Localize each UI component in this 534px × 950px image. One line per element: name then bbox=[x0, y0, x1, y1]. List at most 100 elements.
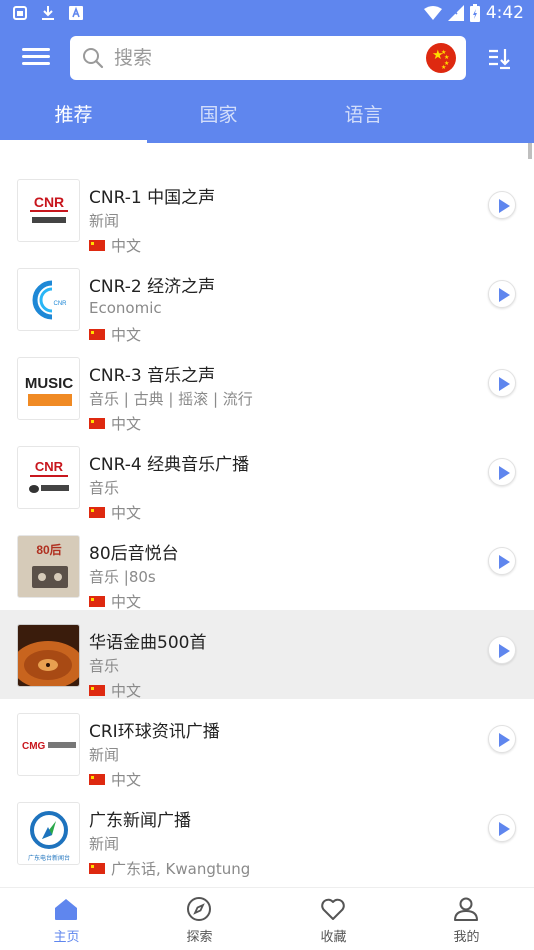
station-name: CNR-1 中国之声 bbox=[89, 188, 216, 208]
station-list[interactable]: CNR CNR-1 中国之声 新闻 中文 CNR CNR-2 经济之声 Econ… bbox=[0, 143, 534, 887]
play-icon bbox=[499, 822, 510, 836]
station-language: 中文 bbox=[89, 769, 141, 790]
station-language-label: 中文 bbox=[111, 682, 142, 700]
station-genre: Economic bbox=[89, 299, 162, 317]
station-genre: 新闻 bbox=[89, 746, 120, 764]
station-name: CRI环球资讯广播 bbox=[89, 722, 220, 742]
station-logo: CNR bbox=[17, 268, 80, 331]
station-name: CNR-4 经典音乐广播 bbox=[89, 455, 250, 475]
station-language-label: 中文 bbox=[111, 771, 142, 789]
search-bar[interactable]: ★ ★ ★ ★ ★ bbox=[70, 36, 466, 80]
station-row[interactable]: 华语金曲500首 音乐 中文 bbox=[0, 610, 534, 700]
nav-home[interactable]: 主页 bbox=[0, 888, 133, 950]
station-language-label: 中文 bbox=[111, 326, 142, 344]
download-icon bbox=[40, 5, 56, 21]
station-row[interactable]: CMG CRI环球资讯广播 新闻 中文 bbox=[0, 699, 534, 790]
scrollbar[interactable] bbox=[528, 143, 532, 159]
station-language: 广东话, Kwangtung bbox=[89, 858, 250, 879]
station-row[interactable]: CNR CNR-4 经典音乐广播 音乐 中文 bbox=[0, 432, 534, 523]
station-name: CNR-3 音乐之声 bbox=[89, 366, 216, 386]
station-name: CNR-2 经济之声 bbox=[89, 277, 216, 297]
play-icon bbox=[499, 733, 510, 747]
station-language-label: 广东话, Kwangtung bbox=[111, 860, 251, 878]
station-logo-text: CNR bbox=[34, 194, 64, 210]
station-name: 80后音悦台 bbox=[89, 544, 179, 564]
station-genre: 音乐 |80s bbox=[89, 568, 156, 586]
heart-icon bbox=[321, 898, 345, 920]
app-store-icon bbox=[68, 5, 84, 21]
station-logo: CNR bbox=[17, 179, 80, 242]
play-icon bbox=[499, 199, 510, 213]
china-flag-icon bbox=[89, 685, 105, 696]
wifi-icon bbox=[423, 6, 442, 20]
user-icon bbox=[454, 897, 478, 921]
bottom-navigation: 主页 探索 收藏 我的 bbox=[0, 887, 534, 950]
station-language: 中文 bbox=[89, 413, 141, 434]
hamburger-icon bbox=[18, 48, 54, 65]
play-icon bbox=[499, 377, 510, 391]
menu-button[interactable] bbox=[18, 44, 54, 72]
sort-icon bbox=[486, 49, 514, 76]
category-tabs: 推荐 国家 语言 bbox=[0, 95, 534, 143]
station-logo: 80后 bbox=[17, 535, 80, 598]
station-language: 中文 bbox=[89, 591, 141, 612]
search-input[interactable] bbox=[114, 36, 414, 80]
nav-favorites[interactable]: 收藏 bbox=[267, 888, 400, 950]
play-button[interactable] bbox=[488, 280, 516, 308]
play-button[interactable] bbox=[488, 725, 516, 753]
station-row[interactable]: MUSIC CNR-3 音乐之声 音乐 | 古典 | 摇滚 | 流行 中文 bbox=[0, 343, 534, 434]
station-logo-text: MUSIC bbox=[25, 375, 74, 392]
battery-icon bbox=[469, 4, 480, 22]
china-flag-icon bbox=[89, 329, 105, 340]
play-icon bbox=[499, 288, 510, 302]
station-logo: MUSIC bbox=[17, 357, 80, 420]
station-language-label: 中文 bbox=[111, 415, 142, 433]
station-language: 中文 bbox=[89, 235, 141, 256]
play-icon bbox=[499, 466, 510, 480]
china-flag-icon bbox=[89, 596, 105, 607]
nav-home-label: 主页 bbox=[53, 930, 80, 945]
station-language-label: 中文 bbox=[111, 593, 142, 611]
play-button[interactable] bbox=[488, 458, 516, 486]
station-language-label: 中文 bbox=[111, 237, 142, 255]
play-button[interactable] bbox=[488, 191, 516, 219]
station-logo: CMG bbox=[17, 713, 80, 776]
toolbar: ★ ★ ★ ★ ★ bbox=[0, 34, 534, 82]
home-icon bbox=[55, 899, 77, 920]
country-flag-button[interactable]: ★ ★ ★ ★ ★ bbox=[426, 43, 456, 73]
station-logo-text: CNR bbox=[54, 301, 68, 307]
play-button[interactable] bbox=[488, 369, 516, 397]
station-genre: 音乐 bbox=[89, 657, 120, 675]
station-logo-text: CNR bbox=[35, 459, 64, 474]
station-logo-text: 80后 bbox=[36, 542, 61, 557]
clock-time: 4:42 bbox=[485, 3, 524, 23]
china-flag-icon bbox=[89, 507, 105, 518]
play-button[interactable] bbox=[488, 814, 516, 842]
sort-button[interactable] bbox=[486, 44, 514, 72]
signal-icon bbox=[447, 5, 464, 21]
station-row[interactable]: 80后 80后音悦台 音乐 |80s 中文 bbox=[0, 521, 534, 612]
station-genre: 新闻 bbox=[89, 835, 120, 853]
play-button[interactable] bbox=[488, 636, 516, 664]
station-name: 华语金曲500首 bbox=[89, 633, 207, 653]
play-icon bbox=[499, 644, 510, 658]
station-language: 中文 bbox=[89, 502, 141, 523]
nav-explore[interactable]: 探索 bbox=[133, 888, 266, 950]
china-flag-icon bbox=[89, 863, 105, 874]
station-row[interactable]: CNR CNR-1 中国之声 新闻 中文 bbox=[0, 165, 534, 256]
app-header: 4:42 ★ ★ ★ ★ ★ 推荐 国家 语言 bbox=[0, 0, 534, 143]
tab-language[interactable]: 语言 bbox=[290, 95, 437, 143]
play-icon bbox=[499, 555, 510, 569]
station-language-label: 中文 bbox=[111, 504, 142, 522]
tab-country[interactable]: 国家 bbox=[145, 95, 292, 143]
station-row[interactable]: 广东电台新闻台 广东新闻广播 新闻 广东话, Kwangtung bbox=[0, 788, 534, 879]
station-language: 中文 bbox=[89, 324, 141, 345]
tab-recommended[interactable]: 推荐 bbox=[0, 95, 147, 143]
china-flag-icon bbox=[89, 418, 105, 429]
play-button[interactable] bbox=[488, 547, 516, 575]
station-row[interactable]: CNR CNR-2 经济之声 Economic 中文 bbox=[0, 254, 534, 345]
station-genre: 音乐 | 古典 | 摇滚 | 流行 bbox=[89, 390, 253, 408]
china-flag-icon bbox=[89, 774, 105, 785]
nav-profile[interactable]: 我的 bbox=[400, 888, 533, 950]
nav-explore-label: 探索 bbox=[186, 930, 213, 945]
